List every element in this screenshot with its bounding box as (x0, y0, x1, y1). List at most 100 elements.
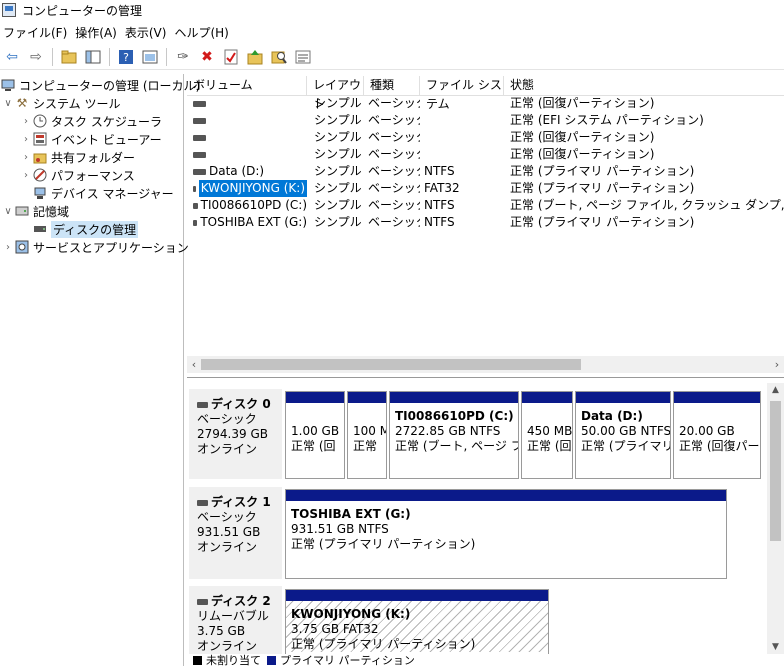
tree-disk-management[interactable]: ディスクの管理 (20, 220, 139, 238)
disk-1-label[interactable]: ディスク 1 ベーシック 931.51 GB オンライン (189, 487, 282, 579)
disk-name: ディスク 1 (211, 495, 271, 509)
column-header-type[interactable]: 種類 (364, 76, 420, 95)
volume-type: ベーシック (368, 130, 420, 144)
table-row[interactable]: シンプル ベーシック 正常 (EFI システム パーティション) (187, 112, 784, 129)
scrollbar-thumb[interactable] (770, 401, 781, 541)
volume-filesystem (420, 146, 504, 163)
volume-layout: シンプル (314, 181, 362, 195)
partition[interactable]: Data (D:)50.00 GB NTFS正常 (プライマリ / (575, 391, 671, 479)
tools-icon: ⚒ (16, 96, 28, 110)
disk-2-label[interactable]: ディスク 2 リムーバブル 3.75 GB オンライン (189, 586, 282, 654)
tree-services-apps[interactable]: › サービスとアプリケーション (2, 238, 189, 256)
legend-primary: プライマリ パーティション (280, 654, 415, 666)
horizontal-scrollbar[interactable]: ‹ › (187, 356, 784, 373)
column-header-status[interactable]: 状態 (504, 76, 784, 95)
table-row[interactable]: シンプル ベーシック 正常 (回復パーティション) (187, 129, 784, 146)
table-row[interactable]: KWONJIYONG (K:) シンプル ベーシック FAT32 正常 (プライ… (187, 180, 784, 197)
scroll-left-icon[interactable]: ‹ (187, 356, 201, 373)
partition[interactable]: 20.00 GB 正常 (回復パー (673, 391, 761, 479)
console-tree-icon[interactable] (83, 47, 103, 67)
search-icon[interactable] (269, 47, 289, 67)
tree-shared-folders-label: 共有フォルダー (51, 150, 136, 165)
partition[interactable]: 100 M 正常 (347, 391, 387, 479)
folder-up-icon[interactable] (59, 47, 79, 67)
volume-name: Data (D:) (209, 164, 265, 178)
disk-size: 3.75 GB (197, 624, 246, 638)
chevron-right-icon[interactable]: › (2, 242, 14, 253)
tree-system-tools[interactable]: ∨ ⚒ システム ツール (2, 94, 120, 112)
import-icon[interactable] (245, 47, 265, 67)
clock-icon (32, 113, 48, 129)
volume-name: TOSHIBA EXT (G:) (200, 215, 307, 229)
column-header-layout[interactable]: レイアウト (307, 76, 364, 111)
menu-action[interactable]: 操作(A) (72, 24, 122, 41)
tree-performance-label: パフォーマンス (51, 168, 135, 183)
table-row[interactable]: シンプル ベーシック 正常 (回復パーティション) (187, 95, 784, 112)
volume-layout: シンプル (314, 96, 362, 110)
toolbar: ⇦ ⇨ ? ✑ ✖ (0, 44, 784, 70)
table-row[interactable]: TOSHIBA EXT (G:) シンプル ベーシック NTFS 正常 (プライ… (187, 214, 784, 231)
partition[interactable]: TOSHIBA EXT (G:) 931.51 GB NTFS 正常 (プライマリ … (285, 489, 727, 579)
disk-icon (197, 499, 208, 506)
volume-icon (193, 168, 206, 175)
help-icon[interactable]: ? (116, 47, 136, 67)
disk-kind: ベーシック (197, 412, 257, 426)
disk-size: 2794.39 GB (197, 427, 268, 441)
table-row[interactable]: シンプル ベーシック 正常 (回復パーティション) (187, 146, 784, 163)
scroll-up-icon[interactable]: ▲ (767, 385, 784, 395)
table-row[interactable]: TI0086610PD (C:) シンプル ベーシック NTFS 正常 (ブート… (187, 197, 784, 214)
tree-performance[interactable]: › パフォーマンス (20, 166, 135, 184)
volume-type: ベーシック (368, 198, 420, 212)
volume-filesystem: NTFS (424, 198, 455, 212)
partition[interactable]: KWONJIYONG (K:) 3.75 GB FAT32 正常 (プライマリ パー… (285, 589, 549, 654)
tree-system-tools-label: システム ツール (33, 96, 121, 111)
menu-help[interactable]: ヘルプ(H) (171, 24, 233, 41)
column-header-volume[interactable]: ボリューム (187, 76, 307, 95)
chevron-down-icon[interactable]: ∨ (2, 206, 14, 217)
volume-filesystem: NTFS (424, 164, 455, 178)
legend-swatch-primary (267, 655, 276, 665)
tree-event-viewer[interactable]: › イベント ビューアー (20, 130, 162, 148)
disk-kind: ベーシック (197, 510, 257, 524)
volume-layout: シンプル (314, 147, 362, 161)
tree-root[interactable]: コンピューターの管理 (ローカル) (0, 76, 200, 94)
tree-root-label: コンピューターの管理 (ローカル) (19, 78, 201, 93)
connect-icon[interactable]: ✑ (173, 47, 193, 67)
delete-icon[interactable]: ✖ (197, 47, 217, 67)
scroll-right-icon[interactable]: › (770, 356, 784, 373)
vertical-scrollbar[interactable]: ▲ ▼ (767, 383, 784, 654)
table-row[interactable]: Data (D:) シンプル ベーシック NTFS 正常 (プライマリ パーティ… (187, 163, 784, 180)
volume-status: 正常 (プライマリ パーティション) (510, 215, 695, 229)
tree-task-scheduler[interactable]: › タスク スケジューラ (20, 112, 162, 130)
scrollbar-thumb[interactable] (201, 359, 581, 370)
services-icon (14, 239, 30, 255)
volume-icon (193, 185, 196, 192)
disk-size: 931.51 GB (197, 525, 261, 539)
column-header-filesystem[interactable]: ファイル システム (420, 76, 504, 111)
tree-storage[interactable]: ∨ 記憶域 (2, 202, 69, 220)
chevron-right-icon[interactable]: › (20, 116, 32, 127)
menu-file[interactable]: ファイル(F) (0, 24, 72, 41)
scroll-down-icon[interactable]: ▼ (767, 642, 784, 652)
chevron-right-icon[interactable]: › (20, 134, 32, 145)
tree-shared-folders[interactable]: › 共有フォルダー (20, 148, 135, 166)
back-arrow-icon[interactable]: ⇦ (2, 47, 22, 67)
partition[interactable]: TI0086610PD (C:) 2722.85 GB NTFS 正常 (ブート, … (389, 391, 519, 479)
title-bar: コンピューターの管理 (0, 0, 784, 20)
chevron-right-icon[interactable]: › (20, 152, 32, 163)
partition[interactable]: 1.00 GB 正常 (回 (285, 391, 345, 479)
partition[interactable]: 450 MB 正常 (回 (521, 391, 573, 479)
volume-layout: シンプル (314, 113, 362, 127)
menu-view[interactable]: 表示(V) (122, 24, 172, 41)
tree-device-manager[interactable]: デバイス マネージャー (20, 184, 174, 202)
disk-0-label[interactable]: ディスク 0 ベーシック 2794.39 GB オンライン (189, 389, 282, 479)
tree-disk-management-label: ディスクの管理 (51, 220, 139, 238)
chevron-right-icon[interactable]: › (20, 170, 32, 181)
chevron-down-icon[interactable]: ∨ (2, 98, 14, 109)
forward-arrow-icon[interactable]: ⇨ (26, 47, 46, 67)
list-icon[interactable] (293, 47, 313, 67)
properties-icon[interactable] (221, 47, 241, 67)
view-icon[interactable] (140, 47, 160, 67)
disk-name: ディスク 0 (211, 397, 271, 411)
volume-icon (193, 219, 198, 226)
